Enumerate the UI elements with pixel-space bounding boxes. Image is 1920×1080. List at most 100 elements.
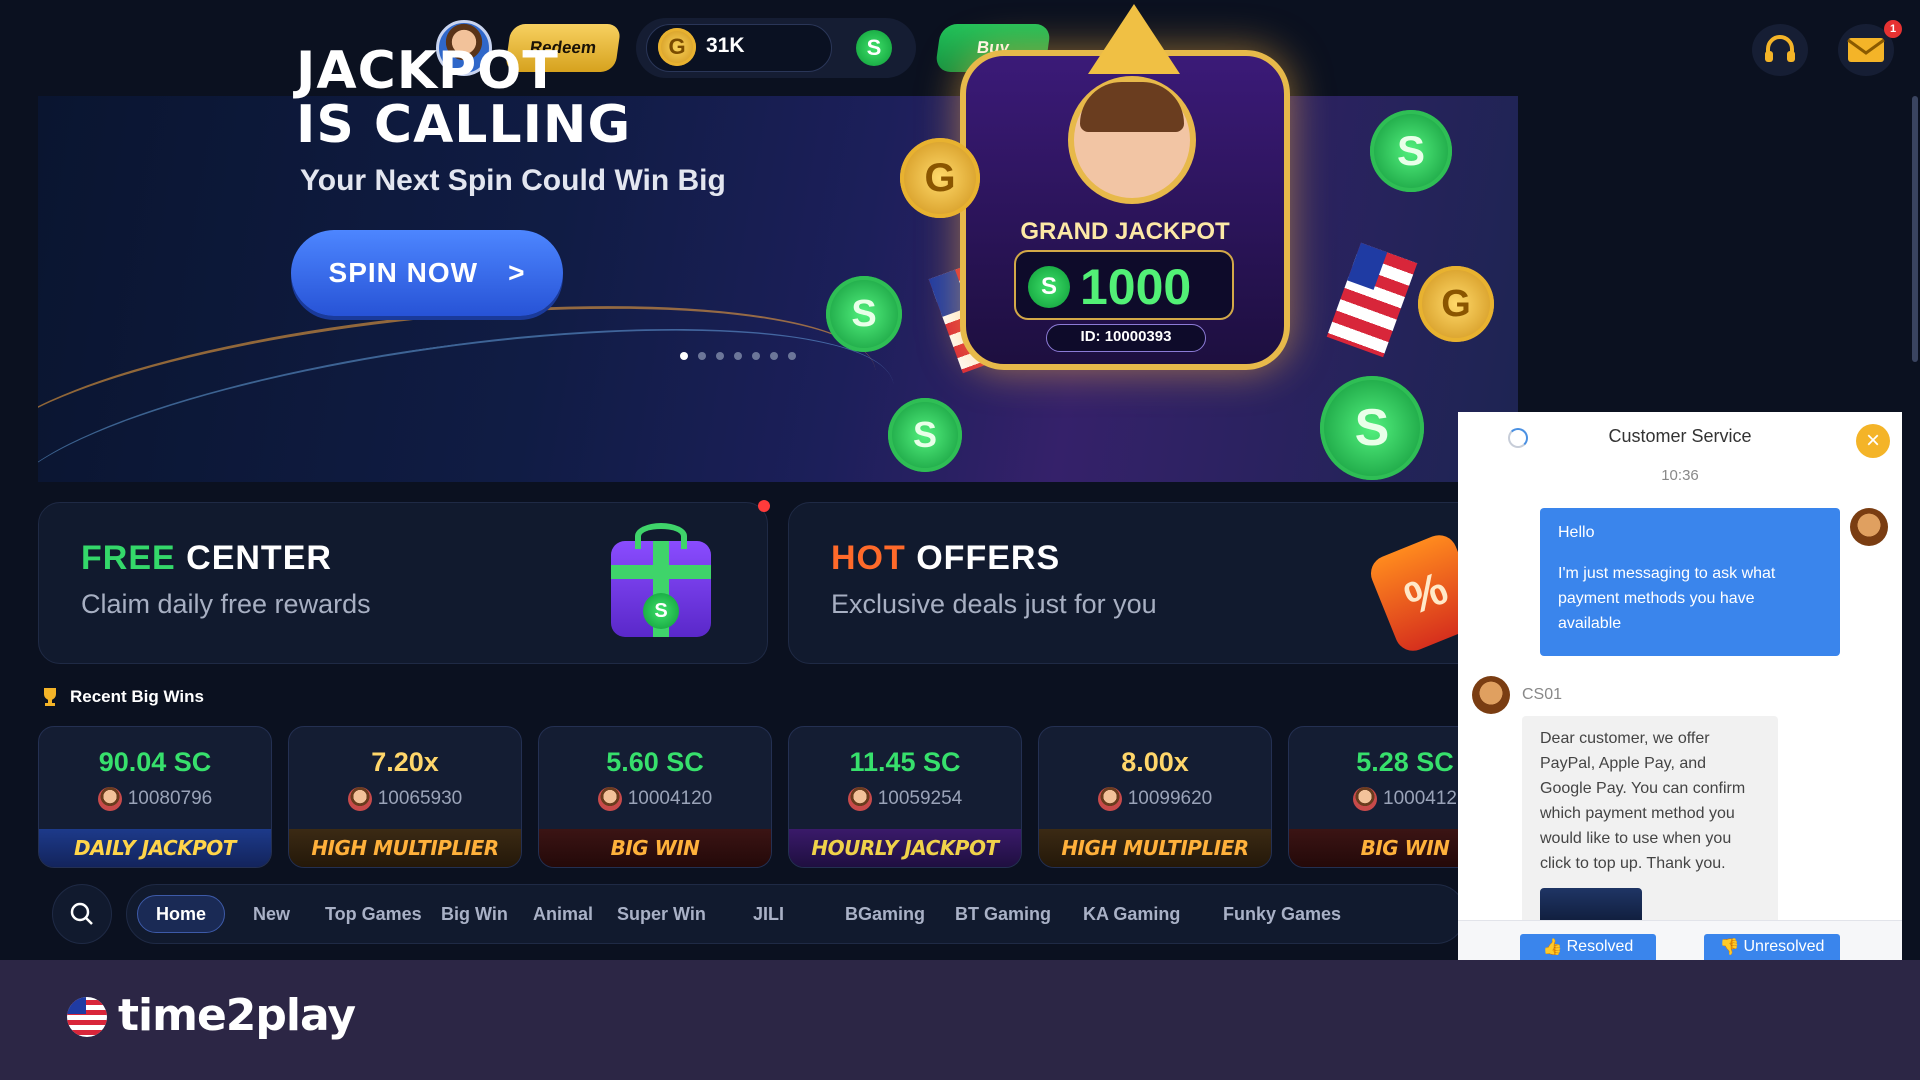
search-icon <box>70 902 93 925</box>
win-user: 10004120 <box>539 787 771 811</box>
free-center-card[interactable]: FREE CENTER Claim daily free rewards S <box>38 502 768 664</box>
top-bar: Redeem G 31K S Buy 1 <box>0 0 1920 96</box>
search-button[interactable] <box>52 884 112 944</box>
banner-title: JACKPOT IS CALLING <box>296 44 716 152</box>
coin-g-icon: G <box>900 138 980 218</box>
jackpot-id: ID: 10000393 <box>1080 328 1172 345</box>
win-card[interactable]: 7.20x 10065930 HIGH MULTIPLIER <box>288 726 522 868</box>
tab-bt-gaming[interactable]: BT Gaming <box>937 895 1069 933</box>
tab-bgaming[interactable]: BGaming <box>827 895 943 933</box>
brand-logo-icon <box>67 997 107 1037</box>
carousel-dot[interactable] <box>734 352 742 360</box>
banner-title-line1: JACKPOT <box>296 41 559 101</box>
tab-new[interactable]: New <box>235 895 308 933</box>
unresolved-button[interactable]: 👎 Unresolved <box>1704 934 1840 960</box>
win-user: 10059254 <box>789 787 1021 811</box>
tab-ka-gaming[interactable]: KA Gaming <box>1065 895 1198 933</box>
winner-avatar <box>1097 787 1122 811</box>
page-scrollbar[interactable] <box>1912 96 1918 362</box>
tab-home[interactable]: Home <box>137 895 226 933</box>
tab-funky-games[interactable]: Funky Games <box>1205 895 1359 933</box>
win-card[interactable]: 11.45 SC 10059254 HOURLY JACKPOT <box>788 726 1022 868</box>
win-tag: HIGH MULTIPLIER <box>1039 829 1271 867</box>
support-button[interactable] <box>1752 24 1808 76</box>
winner-id: 1000412 <box>1383 788 1457 809</box>
winner-id: 10065930 <box>377 788 463 809</box>
hot-offers-title-accent: HOT <box>831 539 906 577</box>
tab-big-win[interactable]: Big Win <box>423 895 526 933</box>
win-card[interactable]: 90.04 SC 10080796 DAILY JACKPOT <box>38 726 272 868</box>
carousel-dot[interactable] <box>716 352 724 360</box>
coin-s-icon: S <box>826 276 902 352</box>
user-message: Hello I'm just messaging to ask what pay… <box>1540 508 1840 656</box>
user-avatar <box>1850 508 1888 546</box>
winner-id: 10099620 <box>1127 788 1213 809</box>
hero-banner[interactable] <box>38 96 1518 482</box>
tab-super-win[interactable]: Super Win <box>599 895 724 933</box>
coin-s-symbol: S <box>654 599 668 622</box>
free-center-title: FREE CENTER <box>81 539 332 578</box>
win-amount: 11.45 SC <box>849 747 961 777</box>
win-tag: BIG WIN <box>539 829 771 867</box>
carousel-dot[interactable] <box>698 352 706 360</box>
coin-s-icon[interactable]: S <box>856 30 892 66</box>
thumbs-up-icon: 👍 <box>1542 939 1563 956</box>
coin-s-symbol: S <box>912 414 937 455</box>
cs-timestamp: 10:36 <box>1661 467 1699 484</box>
gift-ribbon <box>611 565 711 579</box>
agent-name: CS01 <box>1522 686 1563 703</box>
win-user: 10099620 <box>1039 787 1271 811</box>
mail-icon <box>1847 38 1885 62</box>
thumbs-down-icon: 👎 <box>1719 939 1740 956</box>
close-icon: × <box>1865 427 1880 454</box>
recent-wins-header: Recent Big Wins <box>40 686 204 708</box>
close-button[interactable]: × <box>1856 424 1890 458</box>
carousel-dot[interactable] <box>680 352 688 360</box>
spin-now-button[interactable]: SPIN NOW > <box>291 230 563 316</box>
hot-offers-title: HOT OFFERS <box>831 539 1060 578</box>
coin-s-icon: S <box>1370 110 1452 192</box>
win-tag: HOURLY JACKPOT <box>789 829 1021 867</box>
user-message-line: Hello <box>1558 524 1595 541</box>
coin-s-icon: S <box>1028 266 1070 308</box>
win-card[interactable]: 8.00x 10099620 HIGH MULTIPLIER <box>1038 726 1272 868</box>
hot-offers-subtitle: Exclusive deals just for you <box>831 589 1157 619</box>
winner-avatar <box>847 787 872 811</box>
coin-s-icon: S <box>1320 376 1424 480</box>
free-center-title-accent: FREE <box>81 539 176 577</box>
win-card[interactable]: 5.60 SC 10004120 BIG WIN <box>538 726 772 868</box>
brand-name: time2play <box>118 990 356 1041</box>
carousel-dots <box>680 352 796 360</box>
coin-s-symbol: S <box>1354 399 1390 457</box>
coin-s-symbol: S <box>866 35 882 60</box>
winner-avatar <box>1353 787 1378 811</box>
banner-title-line2: IS CALLING <box>296 95 632 155</box>
coin-g-symbol: G <box>924 155 956 200</box>
coin-g-symbol: G <box>1441 282 1471 325</box>
carousel-dot[interactable] <box>752 352 760 360</box>
tab-top-games[interactable]: Top Games <box>307 895 440 933</box>
carousel-dot[interactable] <box>788 352 796 360</box>
resolved-button[interactable]: 👍 Resolved <box>1520 934 1656 960</box>
category-tabs: Home New Top Games Big Win Animal Super Win JI… <box>126 884 1466 944</box>
carousel-dot[interactable] <box>770 352 778 360</box>
hot-offers-title-rest: OFFERS <box>916 539 1061 577</box>
notification-badge: 1 <box>1884 20 1902 38</box>
coin-s-icon: S <box>643 593 679 629</box>
hot-offers-card[interactable]: HOT OFFERS Exclusive deals just for you … <box>788 502 1508 664</box>
winner-avatar <box>97 787 122 811</box>
banner-subtitle: Your Next Spin Could Win Big <box>300 164 726 197</box>
chevron-right-icon: > <box>508 257 526 288</box>
tab-jili[interactable]: JILI <box>735 895 802 933</box>
unresolved-label: Unresolved <box>1743 938 1825 955</box>
win-amount: 8.00x <box>1121 747 1189 777</box>
win-amount: 90.04 SC <box>98 747 212 777</box>
coin-s-symbol: S <box>1396 127 1425 174</box>
coin-s-symbol: S <box>851 292 877 335</box>
agent-avatar <box>1472 676 1510 714</box>
spin-now-label: SPIN NOW <box>328 257 479 288</box>
new-reward-dot <box>758 500 770 512</box>
winner-avatar <box>597 787 622 811</box>
jackpot-amount: 1000 <box>1080 259 1192 315</box>
tab-animal[interactable]: Animal <box>515 895 611 933</box>
